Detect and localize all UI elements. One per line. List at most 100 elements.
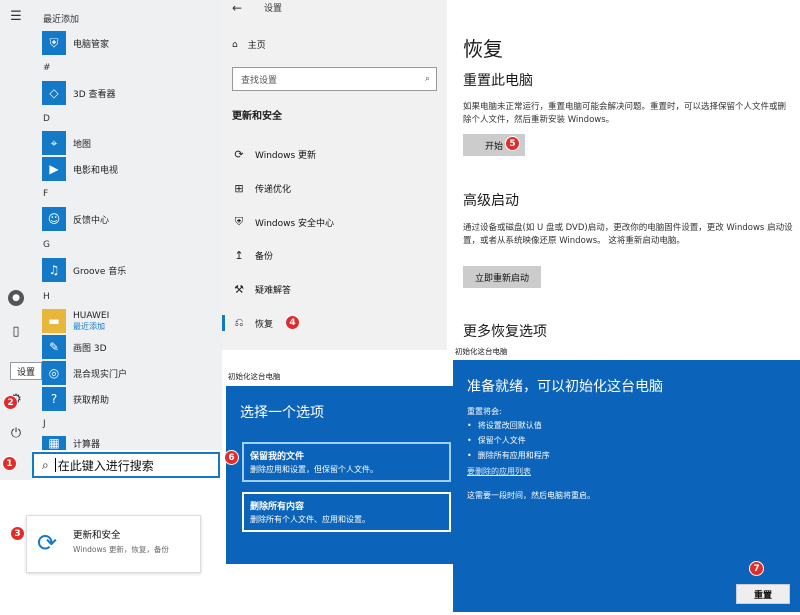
letter-header[interactable]: D [43, 114, 50, 124]
page-title: 恢复 [463, 37, 503, 61]
nav-label: 恢复 [255, 319, 274, 330]
list-item: 删除所有应用和程序 [467, 450, 550, 465]
recent-tag: 最近添加 [73, 321, 105, 331]
search-placeholder: 查找设置 [241, 75, 278, 86]
app-label: Groove 音乐 [73, 266, 127, 277]
nav-backup[interactable]: ↥ 备份 [232, 243, 273, 267]
app-label: 计算器 [73, 439, 101, 450]
user-avatar-icon[interactable]: ● [8, 290, 24, 306]
step-badge: 6 [224, 450, 239, 465]
search-text: 在此键入进行搜索 [57, 458, 154, 473]
app-huawei-folder[interactable]: ▬ HUAWEI 最近添加 [42, 308, 109, 334]
app-label: 电影和电视 [73, 165, 119, 176]
app-label: 画图 3D [73, 343, 107, 354]
result-title: 更新和安全 [73, 530, 121, 541]
step-badge: 3 [10, 526, 25, 541]
cube-icon: ◇ [42, 81, 66, 105]
backup-icon: ↥ [234, 248, 244, 262]
remove-everything-option[interactable]: 删除所有内容 删除所有个人文件、应用和设置。 [242, 492, 451, 532]
wrench-icon: ⚒ [234, 282, 244, 296]
reset-will-label: 重置将会: [467, 407, 502, 416]
app-label: 3D 查看器 [73, 89, 116, 100]
option-description: 删除所有个人文件、应用和设置。 [250, 515, 370, 524]
step-badge: 1 [2, 456, 17, 471]
home-icon: ⌂ [232, 39, 238, 50]
apps-to-remove-link[interactable]: 要删除的应用列表 [467, 466, 531, 477]
app-groove-music[interactable]: ♫ Groove 音乐 [42, 257, 126, 283]
nav-windows-update[interactable]: ⟳ Windows 更新 [232, 142, 316, 166]
sync-icon: ⟳ [234, 147, 244, 161]
app-feedback-hub[interactable]: ☺ 反馈中心 [42, 206, 109, 232]
reset-description: 如果电脑未正常运行，重置电脑可能会解决问题。重置时，可以选择保留个人文件或删除个… [463, 102, 787, 125]
nav-troubleshoot[interactable]: ⚒ 疑难解答 [232, 277, 291, 301]
power-icon[interactable]: ⏻ [8, 425, 24, 441]
advanced-startup-description: 通过设备或磁盘(如 U 盘或 DVD)启动，更改你的电脑固件设置，更改 Wind… [463, 223, 793, 246]
keep-files-option[interactable]: 保留我的文件 删除应用和设置，但保留个人文件。 [242, 442, 451, 482]
settings-tooltip: 设置 [10, 362, 42, 380]
choose-option-dialog: 选择一个选项 保留我的文件 删除应用和设置，但保留个人文件。 删除所有内容 删除… [226, 386, 453, 564]
person-icon: ☺ [42, 207, 66, 231]
letter-header[interactable]: G [43, 240, 50, 250]
section-title: 更新和安全 [232, 111, 282, 122]
app-get-help[interactable]: ? 获取帮助 [42, 386, 109, 412]
app-label: HUAWEI 最近添加 [73, 311, 109, 332]
nav-label: Windows 更新 [255, 150, 317, 161]
letter-header[interactable]: F [43, 189, 48, 199]
result-subtitle: Windows 更新，恢复，备份 [73, 545, 169, 554]
home-label: 主页 [247, 41, 266, 51]
nav-delivery-optimization[interactable]: ⊞ 传递优化 [232, 176, 291, 200]
list-item: 将设置改回默认值 [467, 420, 550, 435]
letter-header[interactable]: H [43, 292, 50, 302]
dialog-heading: 准备就绪，可以初始化这台电脑 [467, 379, 663, 395]
app-label: 地图 [73, 139, 92, 150]
back-arrow-icon[interactable]: ← [232, 1, 242, 15]
restart-note: 这需要一段时间，然后电脑将重启。 [467, 491, 595, 500]
palette-icon: ✎ [42, 335, 66, 359]
recovery-page: 恢复 重置此电脑 如果电脑未正常运行，重置电脑可能会解决问题。重置时，可以选择保… [447, 0, 800, 350]
advanced-startup-heading: 高级启动 [463, 193, 519, 209]
headset-icon: ◎ [42, 361, 66, 385]
app-movies-tv[interactable]: ▶ 电影和电视 [42, 156, 118, 182]
reset-heading: 重置此电脑 [463, 73, 533, 89]
app-pc-manager[interactable]: ⛨ 电脑管家 [42, 30, 109, 56]
shield-icon: ⛨ [234, 215, 244, 228]
home-link[interactable]: ⌂ 主页 [232, 38, 266, 52]
app-3d-viewer[interactable]: ◇ 3D 查看器 [42, 80, 116, 106]
letter-header[interactable]: J [43, 419, 46, 429]
folder-icon: ▬ [42, 309, 66, 333]
music-icon: ♫ [42, 258, 66, 282]
start-menu: ☰ ● ▯ ▭ ⚙ ⏻ 最近添加 ⛨ 电脑管家 # ◇ 3D 查看器 D ⌖ 地… [0, 0, 222, 450]
search-input[interactable]: ⌕ 在此键入进行搜索 [32, 452, 220, 478]
app-maps[interactable]: ⌖ 地图 [42, 130, 91, 156]
recovery-icon: ⎌ [234, 316, 244, 329]
sync-icon: ⟳ [37, 529, 58, 557]
option-title: 保留我的文件 [250, 452, 305, 462]
app-calculator[interactable]: ▦ 计算器 [42, 436, 100, 450]
app-paint-3d[interactable]: ✎ 画图 3D [42, 334, 107, 360]
update-security-result[interactable]: ⟳ 更新和安全 Windows 更新，恢复，备份 [26, 515, 201, 573]
calculator-icon: ▦ [42, 436, 66, 450]
nav-windows-security[interactable]: ⛨ Windows 安全中心 [232, 210, 334, 234]
app-mixed-reality[interactable]: ◎ 混合现实门户 [42, 360, 127, 386]
restart-now-button[interactable]: 立即重新启动 [463, 266, 541, 288]
hamburger-icon[interactable]: ☰ [8, 8, 24, 24]
settings-search-input[interactable]: 查找设置 ⌕ [232, 67, 437, 91]
dialog-window-title: 初始化这台电脑 [453, 342, 800, 360]
folder-name: HUAWEI [73, 310, 110, 321]
nav-label: 传递优化 [255, 184, 292, 195]
help-icon: ? [42, 387, 66, 411]
letter-header[interactable]: # [43, 63, 51, 73]
start-rail: ☰ ● ▯ ▭ ⚙ ⏻ [0, 0, 32, 450]
shield-icon: ⛨ [42, 31, 66, 55]
list-item: 保留个人文件 [467, 435, 550, 450]
document-icon[interactable]: ▯ [8, 323, 24, 339]
text-cursor [54, 458, 56, 472]
more-options-heading: 更多恢复选项 [463, 324, 547, 340]
window-title: 设置 [264, 4, 283, 14]
delivery-icon: ⊞ [234, 181, 244, 195]
nav-recovery[interactable]: ⎌ 恢复 [222, 311, 274, 335]
reset-button[interactable]: 重置 [736, 584, 790, 604]
reset-actions-list: 将设置改回默认值 保留个人文件 删除所有应用和程序 [467, 420, 550, 465]
app-label: 电脑管家 [73, 39, 110, 50]
film-icon: ▶ [42, 157, 66, 181]
